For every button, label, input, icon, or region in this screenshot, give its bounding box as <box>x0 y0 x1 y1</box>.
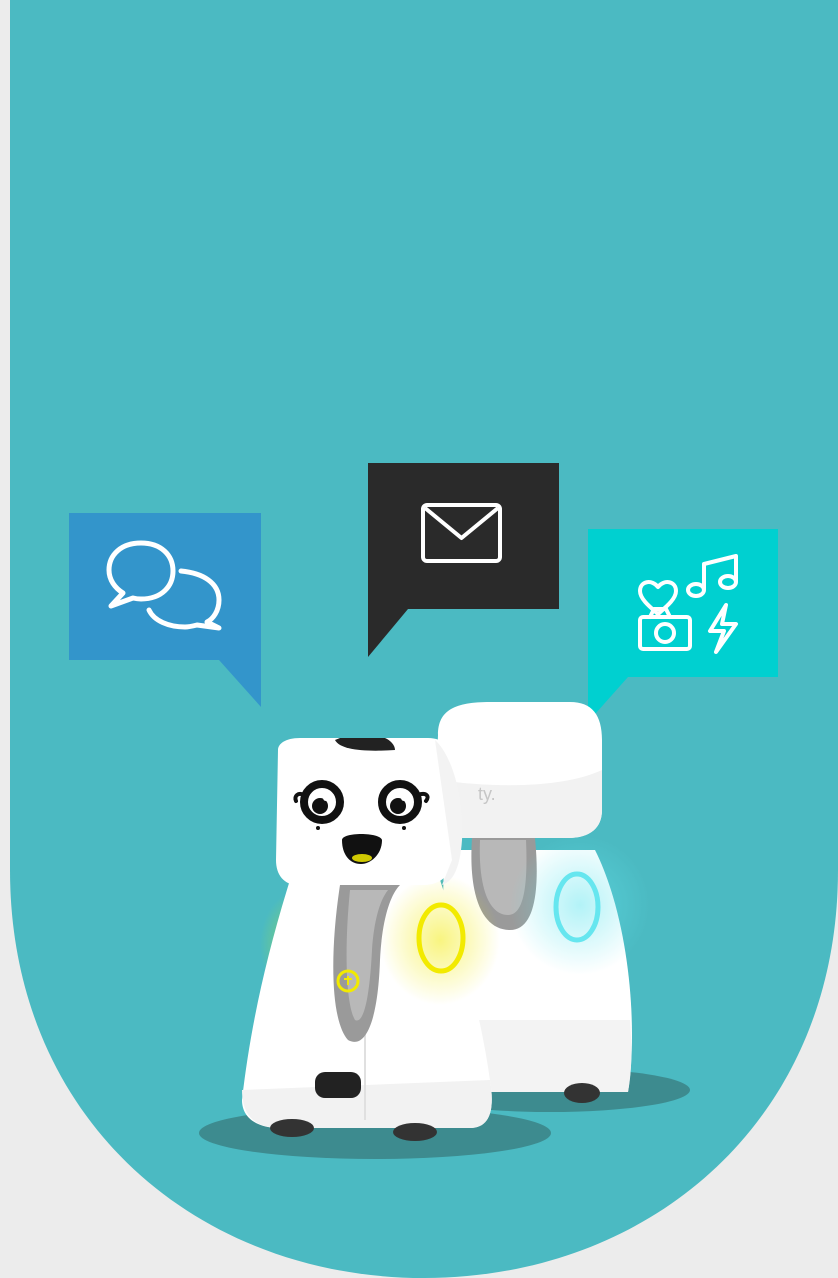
chat-speech-bubble <box>69 513 261 707</box>
back-robot-logo: ty. <box>478 784 496 804</box>
media-speech-bubble <box>588 529 778 722</box>
mail-speech-bubble <box>368 463 559 657</box>
robot-illustration: ty. <box>199 702 690 1159</box>
illustration-stage: ty. <box>0 0 838 1278</box>
